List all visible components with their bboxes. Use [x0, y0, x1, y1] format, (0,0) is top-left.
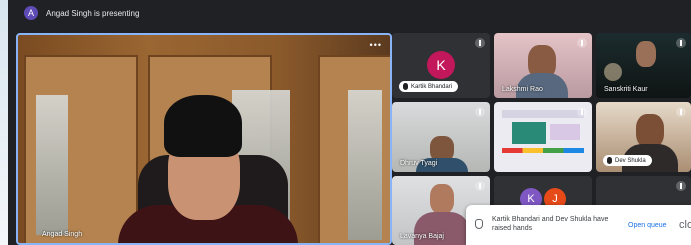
main-speaker-tile[interactable]: ••• Angad Singh — [16, 33, 392, 245]
participant-tile[interactable]: Dhruv Tyagi — [392, 102, 490, 172]
participant-video — [636, 114, 664, 148]
participant-tile[interactable] — [494, 102, 592, 172]
turban — [164, 95, 242, 157]
raised-hand-icon — [475, 219, 483, 229]
mic-off-icon — [475, 38, 485, 48]
raised-hand-icon — [607, 157, 612, 164]
shared-screen-header — [502, 110, 584, 118]
shared-screen-content — [512, 122, 546, 144]
mic-off-icon — [676, 107, 686, 117]
participant-name: Dhruv Tyagi — [400, 160, 438, 167]
mic-off-icon — [676, 181, 686, 191]
participant-tile[interactable]: Dev Shukla — [596, 102, 691, 172]
mic-off-icon — [577, 107, 587, 117]
participant-avatar: K — [427, 51, 455, 79]
shared-screen-content — [550, 124, 580, 140]
presenting-label: Angad Singh is presenting — [46, 8, 140, 18]
shared-screen-bar — [502, 148, 584, 153]
participant-tile[interactable]: Sanskriti Kaur — [596, 33, 691, 98]
presenter-avatar: A — [24, 6, 38, 20]
mic-icon — [403, 83, 408, 90]
participant-video — [430, 184, 454, 214]
door-glass — [36, 95, 68, 235]
participant-name-pill: Dev Shukla — [603, 155, 652, 166]
mic-off-icon — [475, 181, 485, 191]
page-background-edge — [0, 0, 8, 245]
participant-name: Lavanya Bajaj — [400, 233, 444, 240]
participant-video — [604, 63, 622, 81]
door-glass — [348, 90, 382, 240]
meet-window: A Angad Singh is presenting ••• Angad Si… — [8, 0, 691, 245]
mic-off-icon — [577, 38, 587, 48]
presenting-bar: A Angad Singh is presenting — [8, 0, 691, 26]
participant-tile[interactable]: Lakshmi Rao — [494, 33, 592, 98]
participant-name: Sanskriti Kaur — [604, 86, 648, 93]
participant-video — [414, 212, 470, 245]
main-speaker-name: Angad Singh — [42, 231, 83, 238]
close-notification-button[interactable]: clo — [679, 219, 691, 231]
mic-off-icon — [676, 38, 686, 48]
participant-name-pill: Kartik Bhandari — [399, 81, 459, 92]
open-queue-button[interactable]: Open queue — [628, 222, 667, 229]
notification-message: Kartik Bhandari and Dev Shukla have rais… — [492, 216, 609, 232]
more-vert-icon[interactable]: ••• — [370, 40, 382, 50]
raised-hands-notification: Kartik Bhandari and Dev Shukla have rais… — [466, 205, 691, 245]
participant-name: Lakshmi Rao — [502, 86, 543, 93]
mic-off-icon — [475, 107, 485, 117]
participant-tile[interactable]: K Kartik Bhandari — [392, 33, 490, 98]
participant-video — [636, 41, 656, 67]
